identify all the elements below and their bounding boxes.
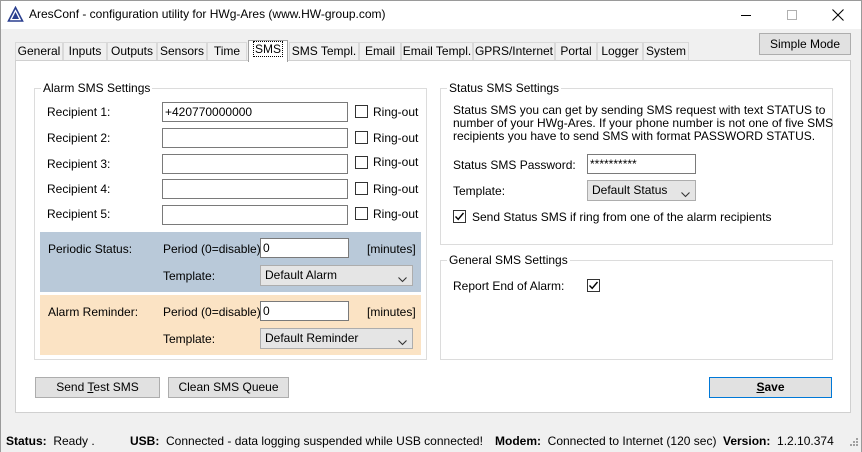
recipient-5-label: Recipient 5: xyxy=(47,207,111,221)
reminder-period-input[interactable]: 0 xyxy=(260,301,349,321)
alarm-sms-title: Alarm SMS Settings xyxy=(41,81,153,95)
status-sms-description-line-3: recipients you have to send SMS with for… xyxy=(453,129,816,143)
tab-general[interactable]: General xyxy=(15,42,63,61)
clean-sms-queue-button[interactable]: Clean SMS Queue xyxy=(168,377,289,398)
tab-sensors[interactable]: Sensors xyxy=(157,42,207,61)
save-button[interactable]: Save xyxy=(709,377,832,398)
recipient-3-input[interactable] xyxy=(162,154,348,174)
close-icon xyxy=(832,9,844,21)
report-end-checkbox[interactable] xyxy=(587,279,600,292)
recipient-2-label: Recipient 2: xyxy=(47,131,111,145)
reminder-template-select[interactable]: Default Reminder xyxy=(260,328,413,349)
close-button[interactable] xyxy=(815,1,861,29)
general-sms-group: General SMS Settings Report End of Alarm… xyxy=(440,253,833,360)
reminder-unit-label: [minutes] xyxy=(367,305,416,319)
tab-gprs-internet[interactable]: GPRS/Internet xyxy=(473,42,555,61)
reminder-template-label: Template: xyxy=(163,332,216,346)
status-section: Status: Ready . xyxy=(6,434,95,448)
title-bar[interactable]: AresConf - configuration utility for HWg… xyxy=(1,1,861,29)
chevron-down-icon xyxy=(398,335,407,346)
tab-email-templ[interactable]: Email Templ. xyxy=(401,42,473,61)
chevron-down-icon xyxy=(398,272,407,283)
periodic-unit-label: [minutes] xyxy=(367,242,416,256)
status-sms-password-input[interactable]: ********** xyxy=(587,154,696,174)
version-section: Version: 1.2.10.374 xyxy=(723,434,834,448)
status-template-select[interactable]: Default Status xyxy=(587,180,696,201)
periodic-template-label: Template: xyxy=(163,269,216,283)
minimize-button[interactable] xyxy=(723,1,769,29)
recipient-3-ringout-checkbox[interactable] xyxy=(355,156,368,169)
window-title: AresConf - configuration utility for HWg… xyxy=(29,7,386,21)
status-sms-title: Status SMS Settings xyxy=(447,81,562,95)
status-sms-description-line-1: Status SMS you can get by sending SMS re… xyxy=(453,103,826,117)
alarm-reminder-band: Alarm Reminder: Period (0=disable): 0 [m… xyxy=(40,295,421,355)
alarm-reminder-label: Alarm Reminder: xyxy=(48,305,139,319)
status-ring-label: Send Status SMS if ring from one of the … xyxy=(472,210,772,224)
status-ring-checkbox[interactable] xyxy=(453,210,466,223)
recipient-1-input[interactable]: +420770000000 xyxy=(162,102,348,122)
app-window: AresConf - configuration utility for HWg… xyxy=(0,0,862,452)
status-sms-group: Status SMS Settings Status SMS you can g… xyxy=(440,81,834,245)
recipient-3-label: Recipient 3: xyxy=(47,157,111,171)
tab-system[interactable]: System xyxy=(643,42,689,61)
triangle-logo-icon xyxy=(7,5,24,23)
general-sms-title: General SMS Settings xyxy=(447,253,570,267)
maximize-button[interactable] xyxy=(769,1,815,29)
tab-portal[interactable]: Portal xyxy=(555,42,597,61)
resize-grip-icon[interactable] xyxy=(849,436,859,450)
tab-logger[interactable]: Logger xyxy=(597,42,643,61)
chevron-down-icon xyxy=(681,187,690,198)
recipient-2-ringout-label: Ring-out xyxy=(373,131,419,145)
tab-email[interactable]: Email xyxy=(359,42,401,61)
maximize-icon xyxy=(787,10,797,20)
status-bar: Status: Ready . USB: Connected - data lo… xyxy=(1,431,861,452)
recipient-1-label: Recipient 1: xyxy=(47,105,111,119)
reminder-period-label: Period (0=disable): xyxy=(163,305,265,319)
recipient-4-label: Recipient 4: xyxy=(47,182,111,196)
recipient-1-ringout-checkbox[interactable] xyxy=(355,105,368,118)
recipient-5-input[interactable] xyxy=(162,205,348,225)
status-template-label: Template: xyxy=(453,184,506,198)
recipient-5-ringout-label: Ring-out xyxy=(373,207,419,221)
periodic-period-input[interactable]: 0 xyxy=(260,238,349,258)
status-sms-password-label: Status SMS Password: xyxy=(453,158,576,172)
tab-inputs[interactable]: Inputs xyxy=(63,42,107,61)
recipient-1-ringout-label: Ring-out xyxy=(373,105,419,119)
recipient-2-ringout-checkbox[interactable] xyxy=(355,131,368,144)
send-test-sms-button[interactable]: Send Test SMS xyxy=(35,377,160,398)
report-end-label: Report End of Alarm: xyxy=(453,279,565,293)
tab-outputs[interactable]: Outputs xyxy=(107,42,157,61)
minimize-icon xyxy=(741,10,751,20)
usb-section: USB: Connected - data logging suspended … xyxy=(130,434,483,448)
recipient-2-input[interactable] xyxy=(162,128,348,148)
periodic-template-select[interactable]: Default Alarm xyxy=(260,265,413,286)
recipient-4-ringout-label: Ring-out xyxy=(373,182,419,196)
tab-sms-templ[interactable]: SMS Templ. xyxy=(289,42,359,61)
periodic-period-label: Period (0=disable): xyxy=(163,242,265,256)
tab-sms[interactable]: SMS xyxy=(248,40,288,62)
status-sms-description-line-2: number of your HWg-Ares. If your phone n… xyxy=(453,116,834,130)
recipient-5-ringout-checkbox[interactable] xyxy=(355,207,368,220)
simple-mode-button[interactable]: Simple Mode xyxy=(759,33,851,55)
tab-time[interactable]: Time xyxy=(207,42,247,61)
periodic-status-band: Periodic Status: Period (0=disable): 0 [… xyxy=(40,232,421,292)
recipient-3-ringout-label: Ring-out xyxy=(373,155,419,169)
recipient-4-ringout-checkbox[interactable] xyxy=(355,182,368,195)
alarm-sms-group: Alarm SMS Settings Recipient 1: +4207700… xyxy=(34,81,427,360)
sms-tab-panel: Alarm SMS Settings Recipient 1: +4207700… xyxy=(15,60,851,413)
modem-section: Modem: Connected to Internet (120 sec) xyxy=(495,434,717,448)
periodic-status-label: Periodic Status: xyxy=(48,242,133,256)
recipient-4-input[interactable] xyxy=(162,179,348,199)
